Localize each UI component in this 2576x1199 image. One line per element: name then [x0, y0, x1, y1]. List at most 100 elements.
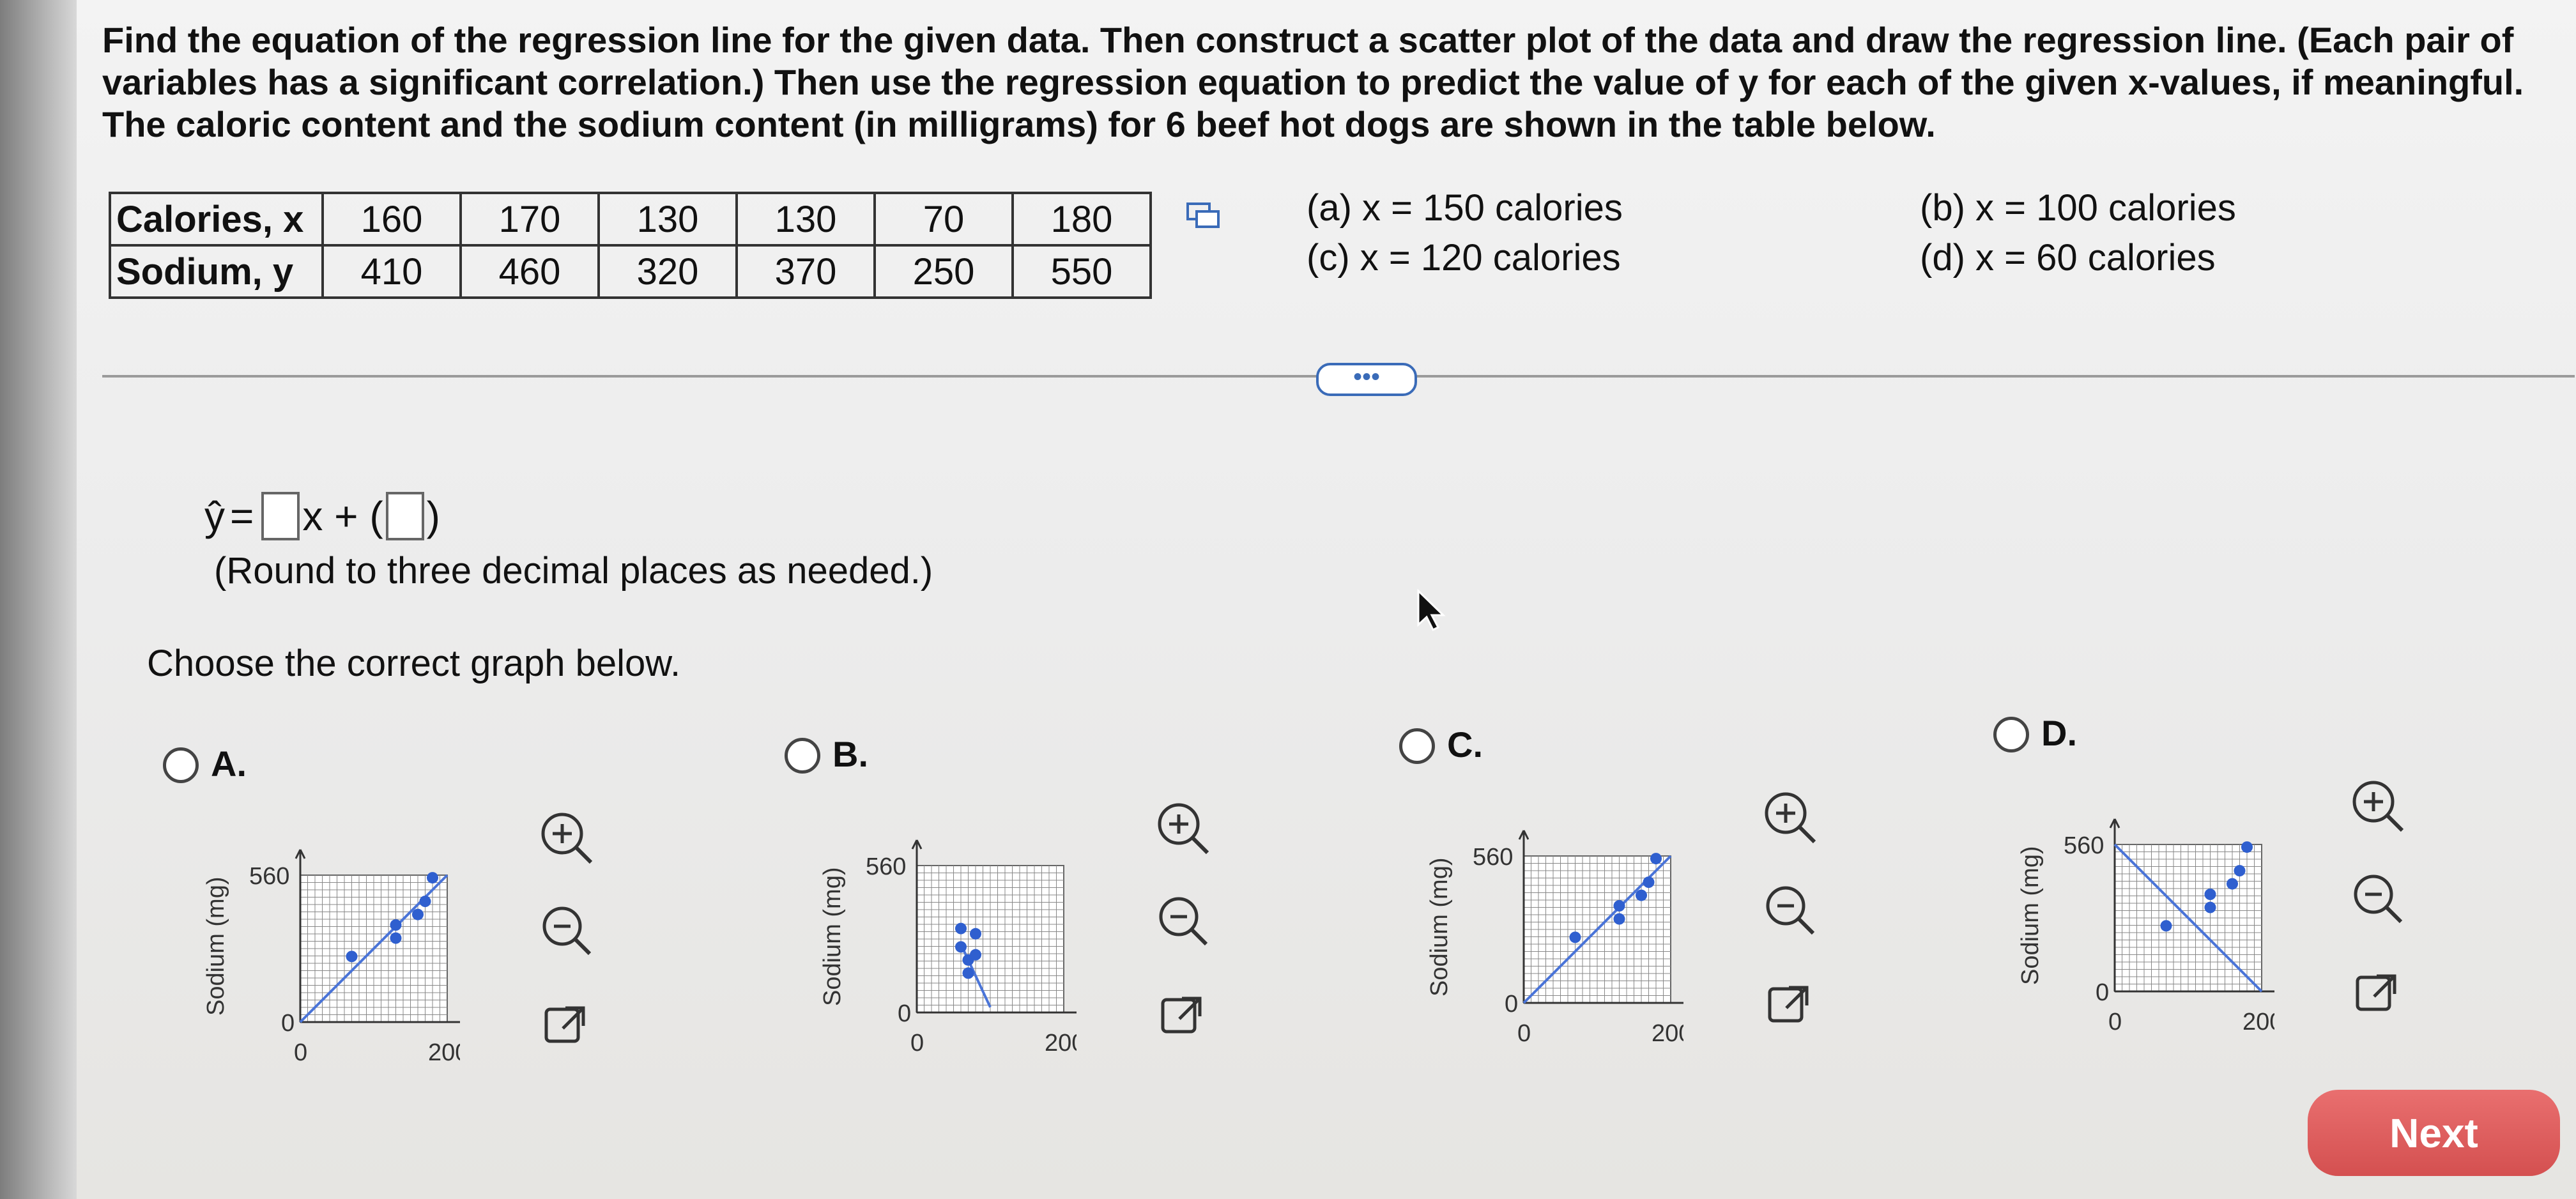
question-line-1: Find the equation of the regression line…: [102, 20, 2514, 60]
option-label: A.: [211, 744, 247, 784]
data-point: [390, 919, 402, 931]
data-point: [1636, 889, 1647, 901]
graph-tools: [1765, 792, 1816, 1023]
data-point: [1643, 876, 1655, 889]
table-row-sodium: Sodium, y 410 460 320 370 250 550: [109, 244, 1152, 299]
option-d-radio[interactable]: [1993, 717, 2029, 752]
mouse-cursor-icon: [1417, 588, 1446, 632]
zoom-out-icon[interactable]: [2354, 874, 2403, 924]
open-external-icon[interactable]: [544, 1006, 585, 1043]
x-zero-label: 0: [910, 1030, 924, 1057]
table-cell: 130: [735, 192, 876, 247]
data-point: [1569, 931, 1581, 943]
table-cell: 460: [459, 244, 600, 299]
table-cell: 70: [873, 192, 1014, 247]
option-a-radio[interactable]: [163, 747, 199, 783]
copy-table-icon[interactable]: [1185, 201, 1222, 229]
table-cell: 160: [321, 192, 462, 247]
data-point: [2160, 920, 2172, 932]
slope-answer-box[interactable]: [261, 492, 300, 540]
question-text: Find the equation of the regression line…: [102, 19, 2549, 146]
open-external-icon[interactable]: [1161, 997, 1202, 1034]
data-point: [1650, 853, 1662, 865]
table-cell: 250: [873, 244, 1014, 299]
option-c-radio[interactable]: [1399, 728, 1435, 764]
regression-equation: ŷ = x + ( ): [204, 492, 440, 540]
data-point: [346, 951, 358, 963]
next-button[interactable]: Next: [2308, 1090, 2560, 1176]
part-d-label: (d) x = 60 calories: [1920, 237, 2216, 279]
part-a-label: (a) x = 150 calories: [1307, 187, 1623, 229]
y-axis-label: Sodium (mg): [819, 867, 846, 1007]
data-point: [2234, 865, 2246, 877]
zoom-in-icon[interactable]: [2352, 781, 2404, 832]
x-tick-label: 200: [1045, 1030, 1077, 1057]
y-zero-label: 0: [1505, 991, 1518, 1018]
left-edge-strip: [0, 0, 77, 1199]
y-tick-label: 560: [2064, 832, 2104, 859]
table-row-calories: Calories, x 160 170 130 130 70 180: [109, 192, 1152, 247]
y-zero-label: 0: [2096, 979, 2109, 1006]
rounding-note: (Round to three decimal places as needed…: [214, 550, 933, 592]
x-tick-label: 200: [428, 1039, 460, 1066]
y-zero-label: 0: [898, 1000, 911, 1027]
table-cell: 130: [597, 192, 738, 247]
row-label-x: Calories, x: [109, 192, 324, 247]
equals-sign: =: [230, 493, 254, 539]
data-point: [970, 928, 981, 940]
zoom-in-icon[interactable]: [1765, 792, 1816, 844]
y-hat-symbol: ŷ: [204, 493, 225, 539]
data-point: [419, 896, 431, 908]
table-cell: 180: [1011, 192, 1152, 247]
y-axis-label: Sodium (mg): [1426, 858, 1453, 997]
table-cell: 550: [1011, 244, 1152, 299]
zoom-out-icon[interactable]: [1766, 886, 1815, 935]
scatter-plot-a: 560 00 200 Sodium (mg): [203, 849, 460, 1066]
data-point: [2204, 889, 2216, 901]
part-c-label: (c) x = 120 calories: [1307, 237, 1621, 279]
x-tick-label: 200: [1652, 1020, 1683, 1047]
intercept-answer-box[interactable]: [385, 492, 424, 540]
data-point: [970, 949, 981, 961]
option-label: B.: [832, 734, 868, 774]
scatter-plot-c: 560 00 200 Sodium (mg): [1426, 830, 1683, 1047]
scatter-plot-b: 560 0 0 200 Sodium (mg): [819, 839, 1077, 1057]
x-plus-text: x + (: [302, 493, 383, 539]
zoom-in-icon[interactable]: [541, 813, 593, 864]
x-zero-label: 0: [2108, 1009, 2122, 1035]
option-b-radio[interactable]: [785, 738, 820, 774]
data-point: [2227, 878, 2238, 890]
y-tick-label: 560: [1473, 844, 1513, 871]
table-cell: 320: [597, 244, 738, 299]
close-paren: ): [426, 493, 440, 539]
zoom-out-icon[interactable]: [1159, 897, 1208, 946]
y-zero-label: 0: [281, 1010, 295, 1037]
data-point: [390, 932, 402, 944]
graph-tools: [541, 813, 593, 1043]
row-label-y: Sodium, y: [109, 244, 324, 299]
zoom-in-icon[interactable]: [1158, 803, 1209, 855]
x-zero-label: 0: [1517, 1020, 1531, 1047]
y-tick-label: 560: [249, 863, 289, 890]
option-label: C.: [1447, 724, 1483, 765]
zoom-out-icon[interactable]: [542, 906, 592, 956]
open-external-icon[interactable]: [2356, 974, 2396, 1011]
x-tick-label: 200: [2242, 1009, 2274, 1035]
question-line-3: The caloric content and the sodium conte…: [102, 104, 1936, 144]
data-point: [955, 941, 967, 953]
data-point: [1613, 900, 1625, 912]
y-tick-label: 560: [866, 853, 906, 880]
part-b-label: (b) x = 100 calories: [1920, 187, 2236, 229]
x-zero-label: 0: [294, 1039, 307, 1066]
choose-prompt: Choose the correct graph below.: [147, 643, 681, 684]
open-external-icon[interactable]: [1768, 986, 1809, 1023]
expand-more-button[interactable]: •••: [1316, 363, 1417, 396]
question-line-2: variables has a significant correlation.…: [102, 62, 2524, 102]
graph-tools: [2352, 781, 2404, 1011]
graph-tools: [1158, 803, 1209, 1034]
data-point: [2204, 901, 2216, 913]
option-label: D.: [2041, 713, 2077, 753]
data-point: [2241, 841, 2253, 853]
data-point: [955, 922, 967, 935]
data-table: Calories, x 160 170 130 130 70 180 Sodiu…: [109, 192, 1152, 299]
